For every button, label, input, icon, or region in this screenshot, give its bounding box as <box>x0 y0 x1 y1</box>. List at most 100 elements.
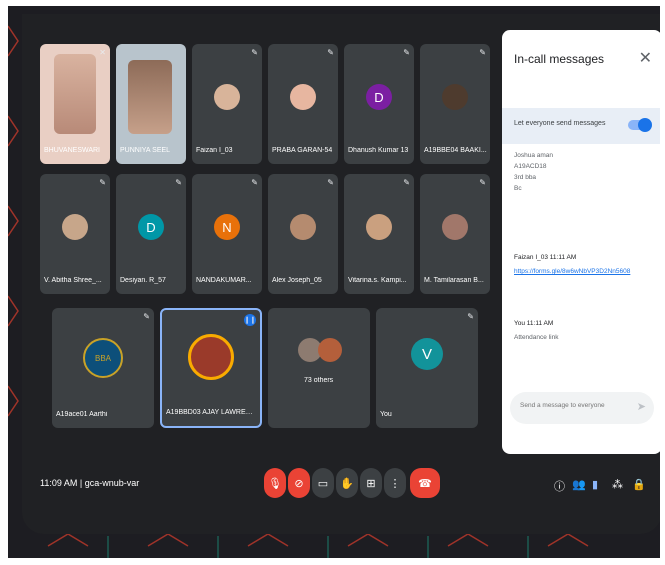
participant-tile[interactable]: ✎ D Desiyan. R_57 <box>116 174 186 294</box>
participant-tile[interactable]: ✎ Faizan I_03 <box>192 44 262 164</box>
send-icon[interactable]: ➤ <box>637 400 646 413</box>
chat-message: You 11:11 AM Attendance link <box>514 318 558 343</box>
mic-off-icon: ✎ <box>403 178 410 187</box>
participant-tile[interactable]: ✎ A19BBE04 BAAKI... <box>420 44 490 164</box>
participant-tile[interactable]: ✎ D Dhanush Kumar 13 <box>344 44 414 164</box>
lock-icon[interactable]: 🔒 <box>632 478 646 491</box>
avatar: BBA <box>83 338 123 378</box>
allow-messages-row: Let everyone send messages <box>502 108 660 144</box>
present-button[interactable]: ⊞ <box>360 468 382 498</box>
more-options-button[interactable]: ⋮ <box>384 468 406 498</box>
leave-call-button[interactable]: ☎ <box>410 468 440 498</box>
participant-tile[interactable]: ✎ BBA A19ace01 Aarthi <box>52 308 154 428</box>
participant-name: NANDAKUMAR... <box>196 277 252 284</box>
allow-messages-toggle[interactable] <box>628 118 652 132</box>
meeting-time: 11:09 AM <box>40 478 78 488</box>
mic-off-icon: ✎ <box>175 178 182 187</box>
chat-panel: In-call messages ✕ Let everyone send mes… <box>502 30 660 454</box>
mic-off-icon: ✎ <box>327 48 334 57</box>
participant-name: Vitarina.s. Kampi... <box>348 277 407 284</box>
control-bar: 11:09 AM | gca-wnub-var 🎙 ⊘ ▭ ✋ ⊞ ⋮ ☎ ⓘ … <box>22 466 660 506</box>
allow-messages-label: Let everyone send messages <box>514 120 606 127</box>
more-vert-icon: ⋮ <box>389 477 401 490</box>
avatar: N <box>214 214 240 240</box>
participant-tile[interactable]: ✎ V. Abitha Shree_... <box>40 174 110 294</box>
info-icon[interactable]: ⓘ <box>554 478 565 494</box>
chat-message: Joshua aman A19ACD18 3rd bba Bc <box>514 150 553 194</box>
participant-name: V. Abitha Shree_... <box>44 277 102 284</box>
others-tile[interactable]: 73 others <box>268 308 370 428</box>
compose-box: ➤ <box>510 392 654 424</box>
speaking-icon: ❙❙ <box>244 314 256 326</box>
avatar <box>62 214 88 240</box>
avatar <box>366 214 392 240</box>
participant-tile[interactable]: ✎ N NANDAKUMAR... <box>192 174 262 294</box>
camera-off-icon: ⊘ <box>294 477 304 490</box>
avatar <box>290 214 316 240</box>
self-tile[interactable]: ✎ V You <box>376 308 478 428</box>
message-sender: Faizan I_03 11:11 AM <box>514 254 577 261</box>
bottom-strip <box>22 534 660 558</box>
mic-toggle-button[interactable]: 🎙 <box>264 468 286 498</box>
close-icon[interactable]: ✕ <box>639 48 652 68</box>
participant-tile[interactable]: ✎ Alex Joseph_05 <box>268 174 338 294</box>
participant-tile-speaking[interactable]: ❙❙ A19BBD03 AJAY LAWRENC... <box>160 308 262 428</box>
avatar <box>442 214 468 240</box>
mic-off-icon: ✎ <box>251 178 258 187</box>
mic-off-icon: ✎ <box>143 312 150 321</box>
screen-frame: ✕ BHUVANESWARI PUNNIYA SEEL ✎ Faizan I_0… <box>8 6 660 558</box>
raise-hand-button[interactable]: ✋ <box>336 468 358 498</box>
message-link[interactable]: https://forms.gle/8w6wNbVP3D2Nn5608 <box>514 266 630 277</box>
participant-tile[interactable]: ✎ Vitarina.s. Kampi... <box>344 174 414 294</box>
mic-off-icon: ✎ <box>251 48 258 57</box>
participant-name: Desiyan. R_57 <box>120 277 166 284</box>
mic-off-icon: ✎ <box>99 178 106 187</box>
participant-tile[interactable]: ✎ PRABA GARAN-54 <box>268 44 338 164</box>
avatar: V <box>411 338 443 370</box>
participant-tile[interactable]: PUNNIYA SEEL <box>116 44 186 164</box>
captions-button[interactable]: ▭ <box>312 468 334 498</box>
present-icon: ⊞ <box>366 477 376 490</box>
participant-name: A19ace01 Aarthi <box>56 411 108 418</box>
participant-name: A19BBD03 AJAY LAWRENC... <box>166 409 255 416</box>
participant-name: Faizan I_03 <box>196 147 233 154</box>
message-input[interactable] <box>518 401 632 410</box>
people-icon[interactable]: 👥 <box>572 478 586 491</box>
mic-off-icon: ✎ <box>403 48 410 57</box>
message-line: A19ACD18 <box>514 163 547 170</box>
others-count: 73 others <box>304 377 334 384</box>
chat-icon[interactable]: ▮ <box>592 478 598 491</box>
meet-window: ✕ BHUVANESWARI PUNNIYA SEEL ✎ Faizan I_0… <box>22 14 660 534</box>
participant-name: Alex Joseph_05 <box>272 277 322 284</box>
participant-name: You <box>380 411 392 418</box>
captions-icon: ▭ <box>317 477 329 490</box>
participant-photo <box>54 54 96 134</box>
meeting-code: gca-wnub-var <box>84 478 140 488</box>
avatar <box>318 338 342 362</box>
mic-off-icon: ✎ <box>479 48 486 57</box>
participant-name: Dhanush Kumar 13 <box>348 147 409 154</box>
camera-toggle-button[interactable]: ⊘ <box>288 468 310 498</box>
participant-tile[interactable]: ✕ BHUVANESWARI <box>40 44 110 164</box>
hand-icon: ✋ <box>340 477 354 490</box>
chat-title: In-call messages <box>514 52 605 66</box>
participant-name: PUNNIYA SEEL <box>120 147 171 154</box>
activities-icon[interactable]: ⁂ <box>612 478 623 491</box>
message-line: Joshua aman <box>514 152 554 159</box>
meeting-info: 11:09 AM | gca-wnub-var <box>40 478 140 488</box>
participant-tile[interactable]: ✎ M. Tamilarasan B... <box>420 174 490 294</box>
avatar: D <box>366 84 392 110</box>
mic-off-icon: ✎ <box>327 178 334 187</box>
toggle-knob <box>638 118 652 132</box>
chat-message: Faizan I_03 11:11 AM https://forms.gle/8… <box>514 252 630 277</box>
hangup-icon: ☎ <box>418 477 432 490</box>
participant-name: A19BBE04 BAAKI... <box>424 147 487 154</box>
participant-name: PRABA GARAN-54 <box>272 147 333 154</box>
message-line: Bc <box>514 185 522 192</box>
mic-off-icon: ✕ <box>99 48 106 57</box>
avatar <box>290 84 316 110</box>
participant-photo <box>128 60 172 134</box>
avatar <box>214 84 240 110</box>
participant-name: BHUVANESWARI <box>44 147 101 154</box>
avatar <box>188 334 234 380</box>
